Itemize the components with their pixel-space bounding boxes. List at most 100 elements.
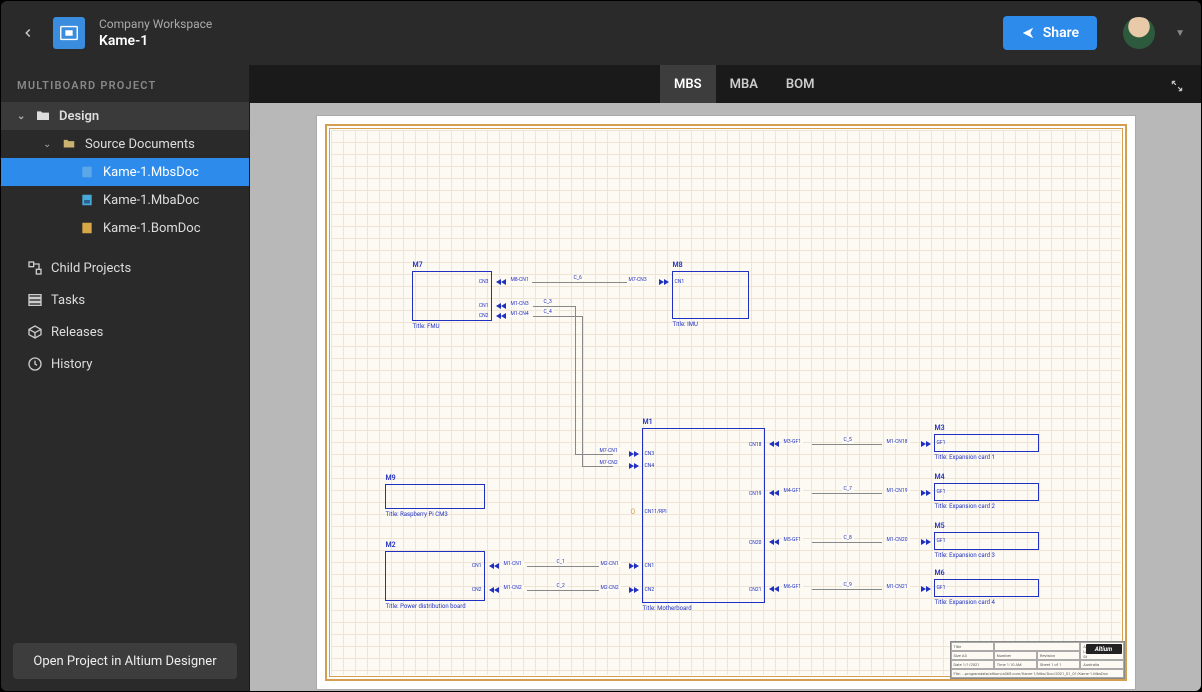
module-m9[interactable]: M9 Title: Raspberry Pi CM3 <box>385 484 485 509</box>
module-title: Title: Motherboard <box>643 605 692 612</box>
tb-rev: Revision <box>1037 651 1080 660</box>
back-button[interactable] <box>17 17 39 50</box>
module-m2[interactable]: M2 Title: Power distribution board CN1 C… <box>385 551 485 601</box>
module-m6[interactable]: M6 Title: Expansion card 4 GF1 <box>934 579 1039 597</box>
pin-label: CN1 <box>675 279 685 285</box>
net-name: C_5 <box>842 437 854 443</box>
nav-history[interactable]: History <box>1 348 249 380</box>
net-name: C_6 <box>572 275 584 281</box>
share-icon <box>1021 26 1035 40</box>
nav-tasks[interactable]: Tasks <box>1 284 249 316</box>
arrow-icon <box>501 279 506 285</box>
tree-source-docs[interactable]: ⌄ Source Documents <box>1 130 249 158</box>
folder-icon <box>35 108 51 124</box>
module-id: M2 <box>386 541 396 549</box>
pin-label: CN1 <box>472 563 482 569</box>
schematic-canvas[interactable]: M7 Title: FMU CN3 CN1 CN2 M8-CN1 C_6 M7-… <box>250 103 1201 691</box>
sidebar: MULTIBOARD PROJECT ⌄ Design ⌄ Source Doc… <box>1 65 250 691</box>
tree-design[interactable]: ⌄ Design <box>1 102 249 130</box>
arrow-icon <box>926 539 931 545</box>
arrow-icon <box>774 490 779 496</box>
module-m3[interactable]: M3 Title: Expansion card 1 GF1 <box>934 434 1039 452</box>
chevron-down-icon: ⌄ <box>17 111 27 122</box>
wire <box>575 306 576 454</box>
source-docs-label: Source Documents <box>85 137 195 152</box>
sidebar-section-label: MULTIBOARD PROJECT <box>1 65 249 102</box>
tb-country: Australia <box>1080 660 1123 669</box>
module-m1[interactable]: M1 Title: Motherboard CN3 CN4 CN11/RPI C… <box>642 428 765 603</box>
wire <box>582 466 613 467</box>
module-title: Title: Raspberry Pi CM3 <box>386 511 448 518</box>
schematic-sheet: M7 Title: FMU CN3 CN1 CN2 M8-CN1 C_6 M7-… <box>316 115 1136 690</box>
nav-child-projects[interactable]: Child Projects <box>1 252 249 284</box>
project-icon <box>53 17 85 49</box>
nav-releases[interactable]: Releases <box>1 316 249 348</box>
module-title: Title: Expansion card 4 <box>935 599 995 606</box>
net-label: M7-CN3 <box>627 277 649 283</box>
share-button[interactable]: Share <box>1003 16 1097 50</box>
file-icon <box>79 192 95 208</box>
tab-mba[interactable]: MBA <box>716 65 772 103</box>
module-title: Title: Power distribution board <box>386 603 466 610</box>
tb-title: Title <box>951 642 994 651</box>
fullscreen-icon[interactable] <box>1170 78 1184 97</box>
pin-label: CN3 <box>479 279 489 285</box>
arrow-icon <box>634 463 639 469</box>
net-label: M1-CN4 <box>509 311 531 317</box>
pin-label: CN3 <box>645 451 655 457</box>
net-label: M5-GF1 <box>782 537 804 543</box>
module-title: Title: IMU <box>673 321 698 328</box>
module-id: M1 <box>643 418 653 426</box>
tb-file: File: ...programdata/altium/a365.com/Kam… <box>951 669 1124 678</box>
pin-label: CN21 <box>749 587 761 593</box>
file-icon <box>79 220 95 236</box>
wire <box>812 444 882 445</box>
module-id: M3 <box>935 424 945 432</box>
altium-logo: Altium <box>1086 644 1122 654</box>
net-label: M2-CN2 <box>599 585 621 591</box>
file-name: Kame-1.MbsDoc <box>103 165 199 180</box>
pin-label: CN2 <box>645 587 655 593</box>
net-label: M4-GF1 <box>782 488 804 494</box>
file-mbadoc[interactable]: Kame-1.MbaDoc <box>1 186 249 214</box>
module-m8[interactable]: M8 Title: IMU CN1 <box>672 271 749 319</box>
net-label: M1-CN2 <box>502 585 524 591</box>
pin-label: GF1 <box>937 538 946 544</box>
tab-bom[interactable]: BOM <box>772 65 829 103</box>
pin-label: GF1 <box>937 489 946 495</box>
wire <box>532 282 627 283</box>
net-label: M1-CN1 <box>502 561 524 567</box>
module-title: Title: Expansion card 1 <box>935 454 995 461</box>
user-avatar[interactable] <box>1123 17 1155 49</box>
open-in-designer-button[interactable]: Open Project in Altium Designer <box>13 643 237 679</box>
tb-number: Number <box>994 651 1037 660</box>
module-id: M7 <box>413 261 423 269</box>
design-label: Design <box>59 109 99 124</box>
project-name: Kame-1 <box>99 33 212 49</box>
user-menu-caret[interactable]: ▼ <box>1175 28 1185 39</box>
wire <box>812 589 882 590</box>
tasks-icon <box>27 292 43 308</box>
wire <box>527 590 599 591</box>
pin-label: CN18 <box>749 442 761 448</box>
pin-label: CN2 <box>472 587 482 593</box>
net-label: M6-GF1 <box>782 584 804 590</box>
arrow-icon <box>926 441 931 447</box>
arrow-icon <box>774 441 779 447</box>
module-id: M4 <box>935 473 945 481</box>
net-label: M1-CN21 <box>885 584 910 590</box>
module-m7[interactable]: M7 Title: FMU CN3 CN1 CN2 <box>412 271 492 321</box>
wire <box>527 566 599 567</box>
file-mbsdoc[interactable]: Kame-1.MbsDoc <box>1 158 249 186</box>
arrow-icon <box>501 303 506 309</box>
pin-label: CN1 <box>479 303 489 309</box>
file-name: Kame-1.MbaDoc <box>103 193 199 208</box>
tab-mbs[interactable]: MBS <box>660 65 716 103</box>
net-label: M1-CN19 <box>885 488 910 494</box>
module-m5[interactable]: M5 Title: Expansion card 3 GF1 <box>934 532 1039 550</box>
module-m4[interactable]: M4 Title: Expansion card 2 GF1 <box>934 483 1039 501</box>
wire <box>533 306 575 307</box>
module-id: M9 <box>386 474 396 482</box>
pin-label: CN20 <box>749 540 761 546</box>
file-bomdoc[interactable]: Kame-1.BomDoc <box>1 214 249 242</box>
